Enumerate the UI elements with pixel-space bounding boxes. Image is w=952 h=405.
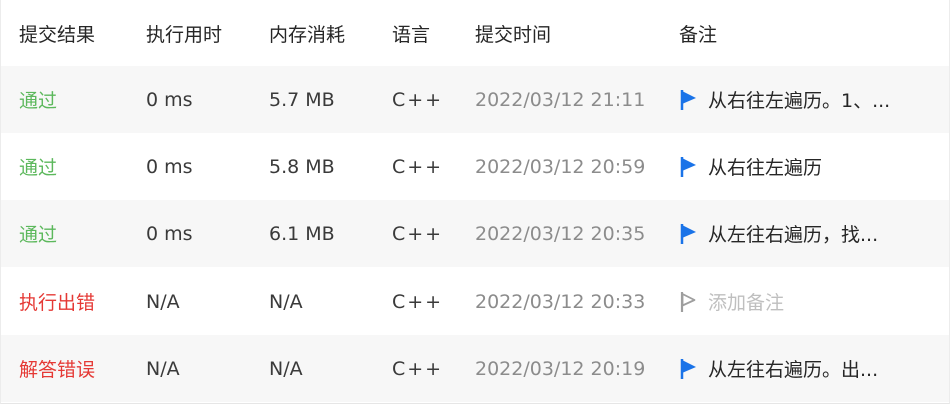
submitted-time: 2022/03/12 20:35 — [475, 222, 646, 245]
note-button[interactable]: 从左往右遍历，找... — [679, 200, 878, 267]
status-link[interactable]: 解答错误 — [19, 335, 95, 402]
table-row: 通过 0 ms 6.1 MB C++ 2022/03/12 20:35 从左往右… — [1, 200, 949, 267]
memory-value: N/A — [269, 290, 303, 313]
runtime-value: 0 ms — [146, 222, 193, 245]
table-header: 提交结果 执行用时 内存消耗 语言 提交时间 备注 — [1, 0, 949, 67]
header-status: 提交结果 — [19, 23, 96, 46]
status-link[interactable]: 通过 — [19, 133, 57, 200]
flag-icon — [680, 223, 696, 244]
submissions-table: 提交结果 执行用时 内存消耗 语言 提交时间 备注 通过 0 ms 5.7 MB… — [0, 0, 950, 404]
table-row: 解答错误 N/A N/A C++ 2022/03/12 20:19 从左往右遍历… — [1, 335, 949, 402]
runtime-value: N/A — [146, 290, 180, 313]
memory-value: 5.7 MB — [269, 88, 335, 111]
flag-outline-icon — [680, 291, 696, 312]
submitted-time: 2022/03/12 20:59 — [475, 155, 646, 178]
status-link[interactable]: 执行出错 — [19, 268, 95, 335]
language-value: C++ — [392, 222, 444, 245]
note-text: 从左往右遍历，找... — [708, 224, 879, 246]
note-text: 从右往左遍历 — [708, 157, 823, 179]
header-language: 语言 — [392, 23, 431, 46]
flag-icon — [680, 89, 696, 110]
submitted-time: 2022/03/12 20:33 — [475, 290, 646, 313]
language-value: C++ — [392, 357, 444, 380]
note-button[interactable]: 从右往左遍历。1、... — [679, 66, 890, 133]
submitted-time: 2022/03/12 21:11 — [475, 88, 646, 111]
note-text: 从左往右遍历。出... — [708, 359, 879, 381]
header-runtime: 执行用时 — [146, 23, 223, 46]
header-note: 备注 — [679, 23, 718, 46]
add-note-label: 添加备注 — [708, 292, 785, 314]
add-note-button[interactable]: 添加备注 — [679, 268, 784, 335]
language-value: C++ — [392, 88, 444, 111]
table-row: 执行出错 N/A N/A C++ 2022/03/12 20:33 添加备注 — [1, 268, 949, 335]
memory-value: N/A — [269, 357, 303, 380]
flag-icon — [680, 358, 696, 379]
runtime-value: 0 ms — [146, 155, 193, 178]
language-value: C++ — [392, 155, 444, 178]
memory-value: 6.1 MB — [269, 222, 335, 245]
status-link[interactable]: 通过 — [19, 66, 57, 133]
header-submitted: 提交时间 — [475, 23, 552, 46]
table-row: 通过 0 ms 5.8 MB C++ 2022/03/12 20:59 从右往左… — [1, 133, 949, 200]
note-button[interactable]: 从左往右遍历。出... — [679, 335, 878, 402]
runtime-value: 0 ms — [146, 88, 193, 111]
runtime-value: N/A — [146, 357, 180, 380]
status-link[interactable]: 通过 — [19, 200, 57, 267]
flag-icon — [680, 156, 696, 177]
note-button[interactable]: 从右往左遍历 — [679, 133, 822, 200]
note-text: 从右往左遍历。1、... — [708, 90, 891, 112]
submitted-time: 2022/03/12 20:19 — [475, 357, 646, 380]
table-row: 通过 0 ms 5.7 MB C++ 2022/03/12 21:11 从右往左… — [1, 66, 949, 133]
memory-value: 5.8 MB — [269, 155, 335, 178]
header-memory: 内存消耗 — [269, 23, 346, 46]
language-value: C++ — [392, 290, 444, 313]
